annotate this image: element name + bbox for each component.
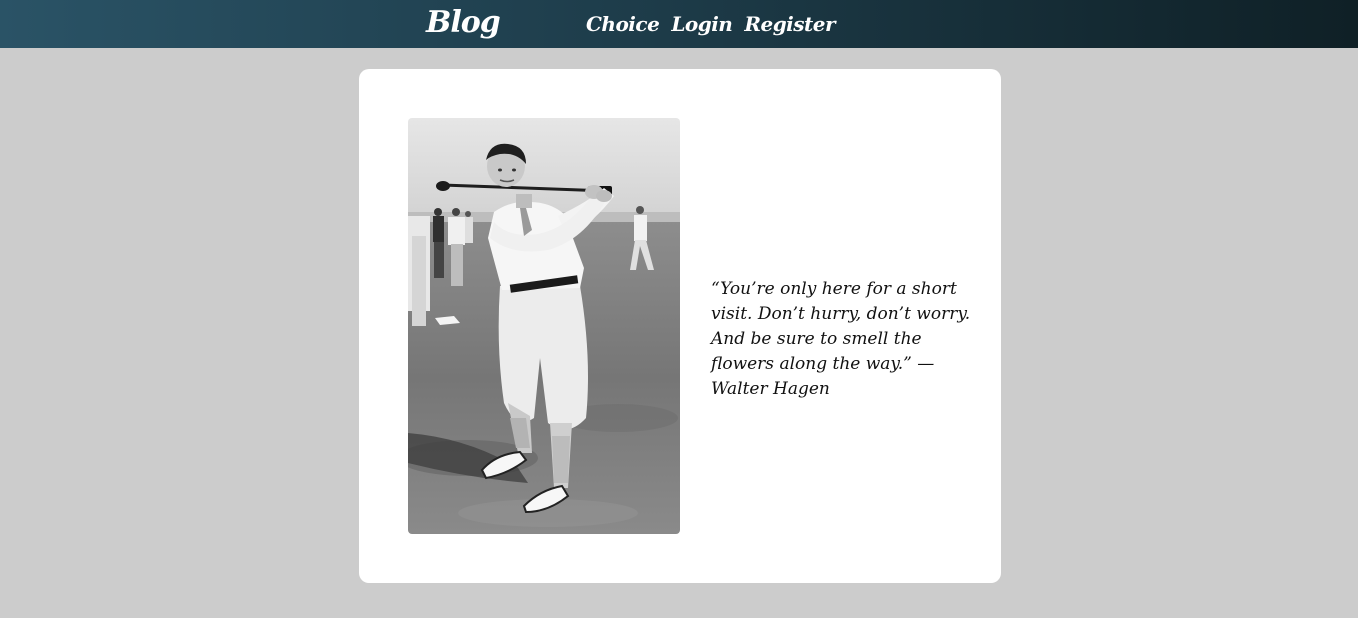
nav-links: Choice Login Register <box>586 12 836 36</box>
content-card: “You’re only here for a short visit. Don… <box>359 69 1001 583</box>
nav-link-register[interactable]: Register <box>744 12 835 36</box>
golfer-photo <box>408 118 680 534</box>
brand-logo-link[interactable]: Blog <box>426 5 501 40</box>
quote-text: “You’re only here for a short visit. Don… <box>711 279 971 399</box>
nav-link-choice[interactable]: Choice <box>586 12 660 36</box>
navbar: Blog Choice Login Register <box>0 0 1358 48</box>
nav-link-login[interactable]: Login <box>671 12 733 36</box>
